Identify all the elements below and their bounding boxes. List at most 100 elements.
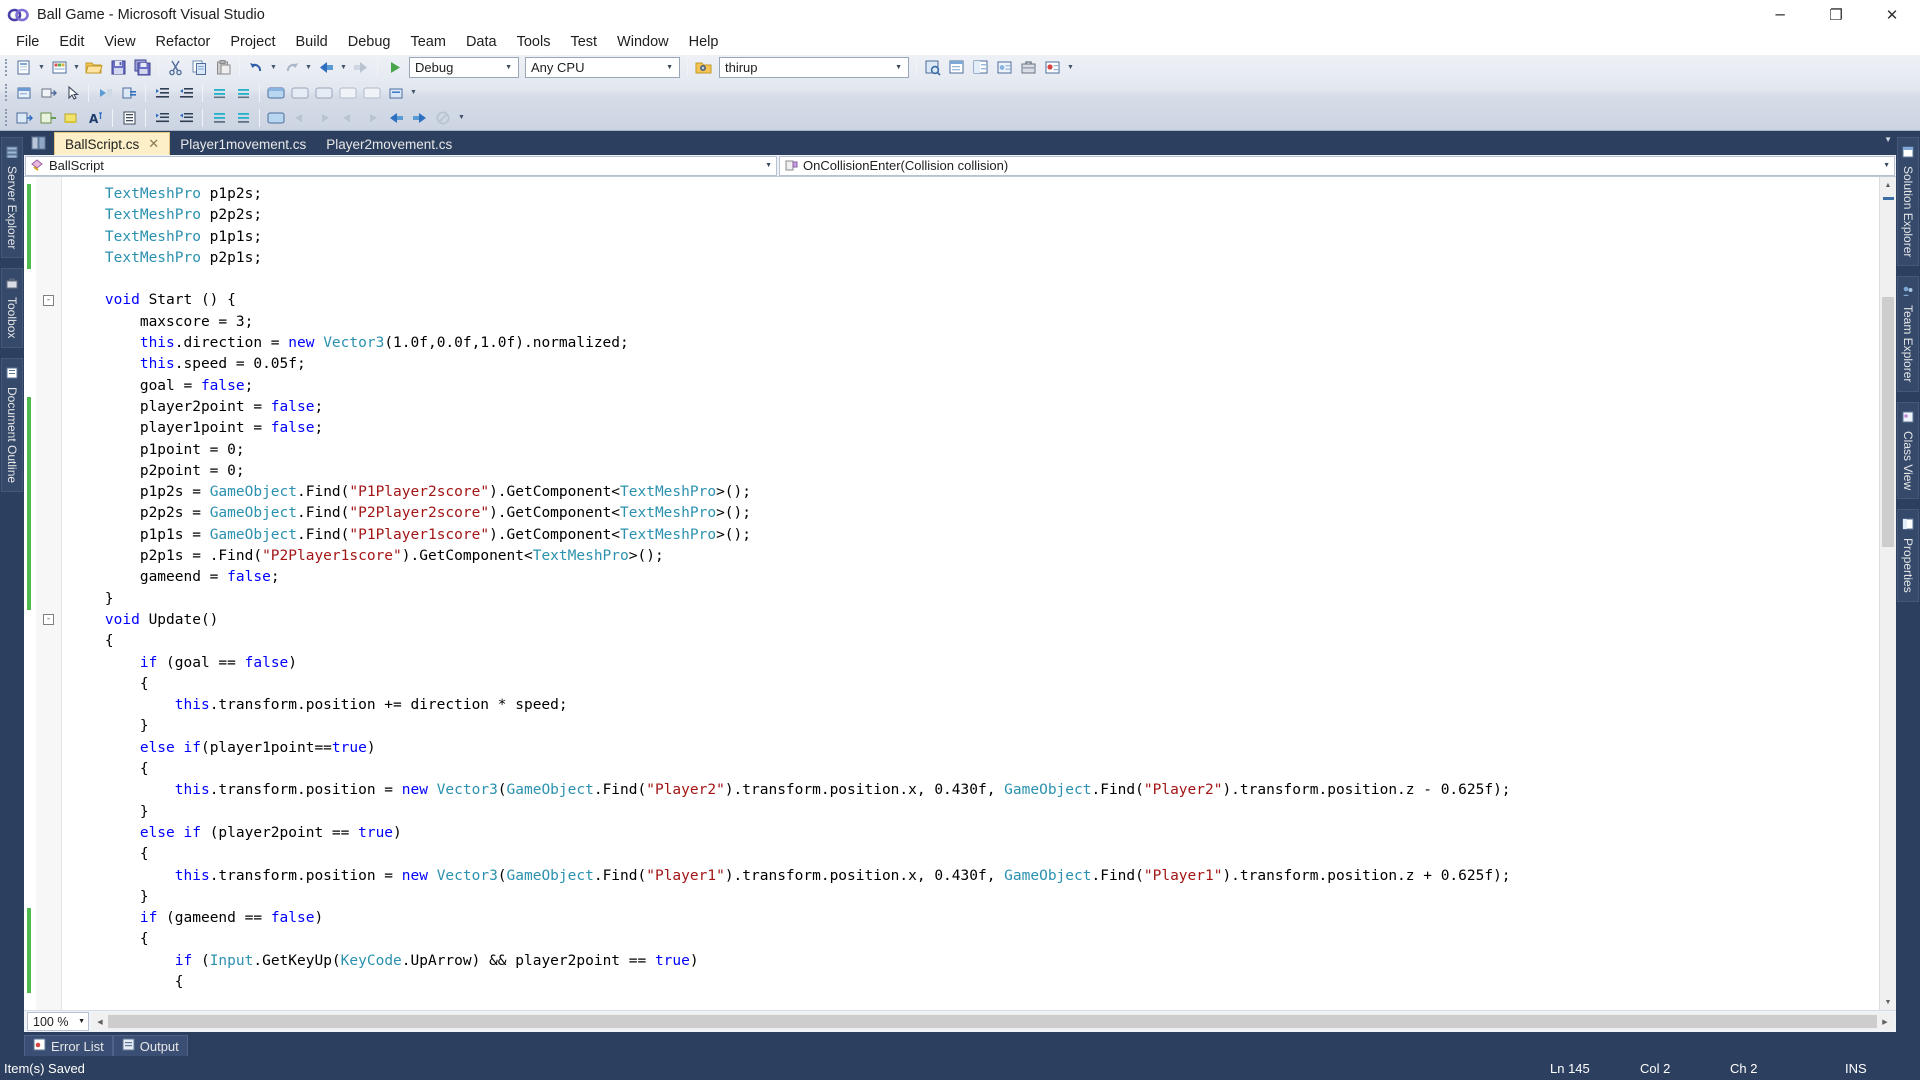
start-debug-play-icon[interactable] — [383, 57, 405, 78]
scroll-down-arrow[interactable]: ▼ — [1880, 994, 1896, 1010]
menu-team[interactable]: Team — [400, 30, 455, 54]
toolbar-grip-2[interactable] — [5, 84, 8, 101]
tab-error-list[interactable]: Error List — [24, 1035, 113, 1056]
add-new-item-dropdown-arrow[interactable]: ▼ — [71, 57, 82, 78]
sidebar-item-class-view[interactable]: Class View — [1897, 402, 1919, 499]
add-new-item-icon[interactable] — [48, 57, 70, 78]
error-list-icon[interactable] — [1042, 57, 1064, 78]
indent-less-icon[interactable] — [175, 107, 197, 128]
uncomment-selection-icon[interactable] — [118, 82, 140, 103]
sidebar-item-team-explorer[interactable]: Team Explorer — [1897, 276, 1919, 391]
zoom-level-combo[interactable]: 100 % ▼ — [27, 1012, 89, 1031]
menu-debug[interactable]: Debug — [338, 30, 401, 54]
member-dropdown[interactable]: OnCollisionEnter(Collision collision) ▼ — [779, 156, 1895, 176]
properties-window-icon[interactable] — [970, 57, 992, 78]
tab-ballscript-cs[interactable]: BallScript.cs ✕ — [54, 132, 170, 155]
horizontal-scroll-thumb[interactable] — [108, 1015, 1877, 1028]
toolbox-icon[interactable] — [1018, 57, 1040, 78]
vertical-scroll-thumb[interactable] — [1882, 297, 1894, 547]
open-file-icon[interactable] — [83, 57, 105, 78]
menu-window[interactable]: Window — [607, 30, 679, 54]
tile-windows-icon[interactable] — [313, 82, 335, 103]
toolbar-grip[interactable] — [5, 59, 8, 76]
new-window-icon[interactable] — [265, 82, 287, 103]
clear-bookmarks-icon[interactable] — [232, 82, 254, 103]
pointer-select-icon[interactable] — [61, 82, 83, 103]
toggle-outlining-icon[interactable] — [265, 107, 287, 128]
display-class-view-icon[interactable] — [13, 82, 35, 103]
paste-icon[interactable] — [212, 57, 234, 78]
expand-region-icon[interactable] — [232, 107, 254, 128]
sidebar-item-server-explorer[interactable]: Server Explorer — [1, 137, 23, 258]
solution-explorer-icon[interactable] — [946, 57, 968, 78]
solution-configuration-combo[interactable]: Debug ▼ — [409, 57, 519, 78]
close-icon[interactable]: ✕ — [148, 137, 159, 152]
menu-tools[interactable]: Tools — [507, 30, 561, 54]
redo-icon[interactable] — [280, 57, 302, 78]
tab-player2movement-cs[interactable]: Player2movement.cs — [316, 134, 462, 155]
step-out-icon[interactable] — [289, 107, 311, 128]
new-project-dropdown-arrow[interactable]: ▼ — [36, 57, 47, 78]
menu-edit[interactable]: Edit — [49, 30, 94, 54]
decrease-indent-icon[interactable] — [175, 82, 197, 103]
next-bookmark-icon[interactable] — [361, 107, 383, 128]
sidebar-item-solution-explorer[interactable]: Solution Explorer — [1897, 137, 1919, 266]
step-over-icon[interactable] — [337, 107, 359, 128]
float-window-icon[interactable] — [337, 82, 359, 103]
toolbar-overflow-icon[interactable]: ▼ — [1065, 57, 1076, 78]
editor-vertical-scrollbar[interactable]: ▲ ▼ — [1879, 177, 1896, 1010]
close-button[interactable]: ✕ — [1864, 0, 1920, 29]
cascade-windows-icon[interactable] — [289, 82, 311, 103]
tab-list-dropdown-icon[interactable]: ▼ — [1884, 135, 1892, 144]
glyph-outlining-margin[interactable]: -- — [36, 177, 62, 1010]
sidebar-item-toolbox[interactable]: Toolbox — [1, 268, 23, 347]
menu-refactor[interactable]: Refactor — [146, 30, 221, 54]
solution-platform-combo[interactable]: Any CPU ▼ — [525, 57, 680, 78]
menu-file[interactable]: File — [6, 30, 49, 54]
font-size-icon[interactable]: A — [85, 107, 107, 128]
menu-build[interactable]: Build — [286, 30, 338, 54]
tab-output[interactable]: Output — [113, 1035, 188, 1056]
class-dropdown[interactable]: BallScript ▼ — [25, 156, 777, 176]
menu-project[interactable]: Project — [220, 30, 285, 54]
object-browser-icon[interactable] — [994, 57, 1016, 78]
tab-player1movement-cs[interactable]: Player1movement.cs — [170, 134, 316, 155]
menu-view[interactable]: View — [94, 30, 145, 54]
startup-project-combo[interactable]: thirup ▼ — [719, 57, 909, 78]
menu-help[interactable]: Help — [679, 30, 729, 54]
scroll-up-arrow[interactable]: ▲ — [1880, 177, 1896, 193]
highlight-icon[interactable] — [61, 107, 83, 128]
navigate-backward-dropdown-arrow[interactable]: ▼ — [338, 57, 349, 78]
collapse-region-icon[interactable] — [208, 107, 230, 128]
comment-out-icon[interactable] — [13, 107, 35, 128]
code-text[interactable]: TextMeshPro p1p2s; TextMeshPro p2p2s; Te… — [62, 177, 1896, 1010]
uncomment-icon[interactable] — [37, 107, 59, 128]
navigate-backward-icon[interactable] — [315, 57, 337, 78]
step-into-icon[interactable] — [313, 107, 335, 128]
indent-more-icon[interactable] — [151, 107, 173, 128]
copy-icon[interactable] — [188, 57, 210, 78]
dock-window-icon[interactable] — [361, 82, 383, 103]
toggle-bookmark-icon[interactable] — [208, 82, 230, 103]
show-next-statement-icon[interactable] — [37, 82, 59, 103]
undo-dropdown-arrow[interactable]: ▼ — [268, 57, 279, 78]
outlining-collapse-toggle[interactable]: - — [43, 295, 54, 306]
cancel-icon[interactable] — [433, 107, 455, 128]
toolbar-overflow-icon-3[interactable]: ▼ — [456, 107, 467, 128]
scroll-right-arrow[interactable]: ▶ — [1877, 1018, 1893, 1026]
save-all-icon[interactable] — [131, 57, 153, 78]
minimize-button[interactable]: ─ — [1752, 0, 1808, 29]
menu-data[interactable]: Data — [456, 30, 507, 54]
save-icon[interactable] — [107, 57, 129, 78]
toolbar-grip-3[interactable] — [5, 109, 8, 126]
toolbar-overflow-icon-2[interactable]: ▼ — [408, 82, 419, 103]
find-in-files-icon[interactable] — [922, 57, 944, 78]
startup-project-icon[interactable] — [693, 57, 715, 78]
redo-dropdown-arrow[interactable]: ▼ — [303, 57, 314, 78]
menu-test[interactable]: Test — [560, 30, 607, 54]
sidebar-item-document-outline[interactable]: Document Outline — [1, 358, 23, 492]
comment-selection-icon[interactable] — [94, 82, 116, 103]
go-back-icon[interactable] — [385, 107, 407, 128]
maximize-button[interactable]: ❐ — [1808, 0, 1864, 29]
navigate-forward-icon[interactable] — [350, 57, 372, 78]
